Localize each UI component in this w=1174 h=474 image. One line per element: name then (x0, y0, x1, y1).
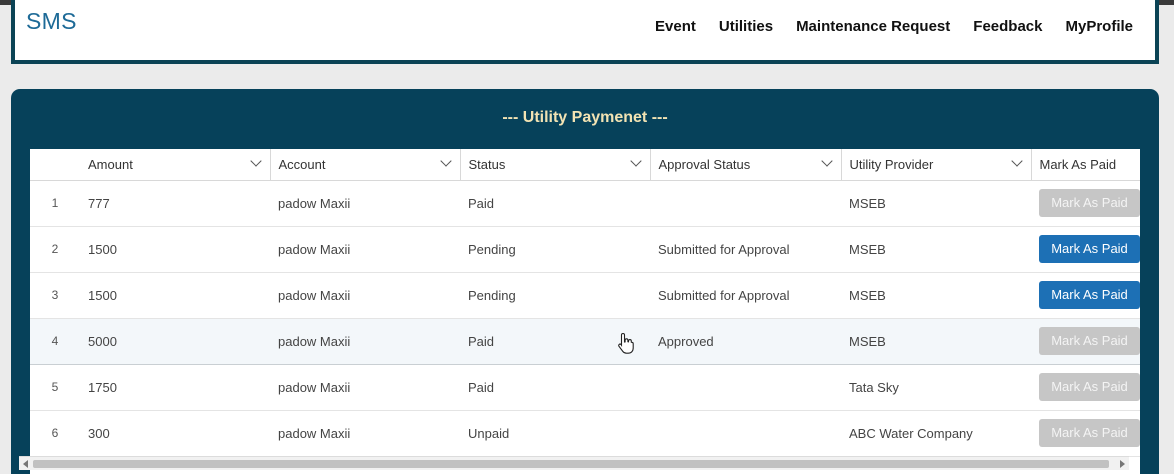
cell-amount: 777 (80, 180, 270, 227)
mark-as-paid-button[interactable]: Mark As Paid (1039, 189, 1140, 217)
cell-utility-provider: MSEB (841, 226, 1031, 273)
column-header-status[interactable]: Status (460, 149, 651, 181)
table-header-row: Amount Account Status Approval Status Ut… (30, 149, 1140, 181)
cell-approval-status (650, 364, 841, 411)
cell-utility-provider: MSEB (841, 272, 1031, 319)
scrollbar-thumb[interactable] (33, 460, 1109, 468)
column-header-label: Approval Status (658, 156, 751, 172)
table-row[interactable]: 2 1500 padow Maxii Pending Submitted for App… (30, 226, 1140, 273)
cell-amount: 5000 (80, 317, 270, 365)
column-header-utility-provider[interactable]: Utility Provider (841, 149, 1032, 181)
nav-myprofile[interactable]: MyProfile (1065, 18, 1133, 35)
nav-utilities[interactable]: Utilities (719, 18, 773, 35)
cell-mark-as-paid: Mark As Paid (1031, 317, 1140, 365)
chevron-down-icon[interactable] (820, 155, 833, 167)
chevron-down-icon[interactable] (439, 155, 452, 167)
cell-account: padow Maxii (270, 226, 460, 273)
cell-account: padow Maxii (270, 180, 460, 227)
cell-approval-status: Submitted for Approval (650, 226, 841, 273)
cell-approval-status: Submitted for Approval (650, 272, 841, 319)
table-row[interactable]: 4 5000 padow Maxii Paid Approved MSEB Mark As … (30, 317, 1140, 365)
column-header-amount[interactable]: Amount (80, 149, 271, 181)
column-header-label: Account (278, 156, 326, 172)
table-row[interactable]: 3 1500 padow Maxii Pending Submitted for App… (30, 272, 1140, 319)
payments-table: Amount Account Status Approval Status Ut… (30, 149, 1140, 457)
cell-status: Paid (460, 364, 650, 411)
cell-account: padow Maxii (270, 272, 460, 319)
cell-mark-as-paid: Mark As Paid (1031, 410, 1140, 457)
scroll-right-icon[interactable] (1120, 460, 1125, 468)
cell-status: Pending (460, 226, 650, 273)
column-header-label: Status (468, 156, 506, 172)
cell-status: Unpaid (460, 410, 650, 457)
cell-amount: 1750 (80, 364, 270, 411)
cell-utility-provider: ABC Water Company (841, 410, 1031, 457)
utility-payment-card: --- Utility Paymenet --- Amount Account … (11, 89, 1159, 474)
mark-as-paid-button[interactable]: Mark As Paid (1039, 419, 1140, 447)
mark-as-paid-button[interactable]: Mark As Paid (1039, 373, 1140, 401)
column-header-label: Mark As Paid (1039, 156, 1117, 172)
cell-utility-provider: MSEB (841, 317, 1031, 365)
column-header-label: Utility Provider (849, 156, 934, 172)
cell-utility-provider: Tata Sky (841, 364, 1031, 411)
row-index: 3 (30, 272, 80, 319)
chevron-down-icon[interactable] (249, 155, 262, 167)
horizontal-scrollbar[interactable] (19, 456, 1129, 470)
top-header: SMS Event Utilities Maintenance Request … (11, 0, 1159, 64)
chevron-down-icon[interactable] (1010, 155, 1023, 167)
payments-table-wrapper: Amount Account Status Approval Status Ut… (30, 149, 1140, 474)
header-index (30, 149, 80, 181)
row-index: 2 (30, 226, 80, 273)
hand-cursor-icon (618, 332, 634, 354)
column-header-label: Amount (88, 156, 133, 172)
table-row[interactable]: 6 300 padow Maxii Unpaid ABC Water Company Ma… (30, 410, 1140, 457)
cell-mark-as-paid: Mark As Paid (1031, 272, 1140, 319)
column-header-mark-as-paid[interactable]: Mark As Paid (1031, 149, 1140, 181)
column-header-account[interactable]: Account (270, 149, 461, 181)
scroll-left-icon[interactable] (23, 460, 28, 468)
cell-mark-as-paid: Mark As Paid (1031, 226, 1140, 273)
nav-maintenance-request[interactable]: Maintenance Request (796, 18, 950, 35)
cell-amount: 300 (80, 410, 270, 457)
cell-amount: 1500 (80, 226, 270, 273)
row-index: 4 (30, 317, 80, 365)
table-row[interactable]: 5 1750 padow Maxii Paid Tata Sky Mark As Paid (30, 364, 1140, 411)
mark-as-paid-button[interactable]: Mark As Paid (1039, 327, 1140, 355)
cell-status: Pending (460, 272, 650, 319)
cell-account: padow Maxii (270, 317, 460, 365)
card-title: --- Utility Paymenet --- (502, 109, 668, 126)
cell-mark-as-paid: Mark As Paid (1031, 364, 1140, 411)
table-row[interactable]: 1 777 padow Maxii Paid MSEB Mark As Paid (30, 180, 1140, 227)
nav-feedback[interactable]: Feedback (973, 18, 1042, 35)
cell-account: padow Maxii (270, 410, 460, 457)
row-index: 1 (30, 180, 80, 227)
cell-mark-as-paid: Mark As Paid (1031, 180, 1140, 227)
column-header-approval-status[interactable]: Approval Status (650, 149, 842, 181)
row-index: 5 (30, 364, 80, 411)
nav-event[interactable]: Event (655, 18, 696, 35)
mark-as-paid-button[interactable]: Mark As Paid (1039, 281, 1140, 309)
mark-as-paid-button[interactable]: Mark As Paid (1039, 235, 1140, 263)
cell-account: padow Maxii (270, 364, 460, 411)
cell-amount: 1500 (80, 272, 270, 319)
cell-utility-provider: MSEB (841, 180, 1031, 227)
cell-status: Paid (460, 180, 650, 227)
cell-approval-status (650, 180, 841, 227)
chevron-down-icon[interactable] (629, 155, 642, 167)
cell-approval-status (650, 410, 841, 457)
cell-approval-status: Approved (650, 317, 841, 365)
row-index: 6 (30, 410, 80, 457)
brand-logo[interactable]: SMS (26, 8, 77, 35)
main-nav: Event Utilities Maintenance Request Feed… (655, 18, 1133, 35)
